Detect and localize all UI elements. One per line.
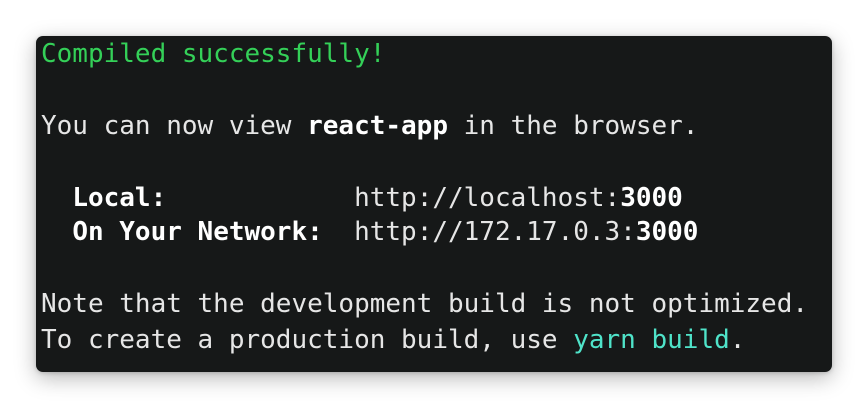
local-port: 3000 <box>620 183 683 213</box>
local-label: Local: <box>72 183 167 213</box>
network-url[interactable]: http://172.17.0.3:3000 <box>354 217 698 247</box>
view-app-line: You can now view react-app in the browse… <box>41 110 698 142</box>
build-suffix: . <box>729 325 746 355</box>
compiled-success-message: Compiled successfully! <box>41 39 386 69</box>
app-name: react-app <box>307 111 448 141</box>
terminal-window: Compiled successfully! You can now view … <box>36 36 832 372</box>
local-url-line: Local: http://localhost:3000 <box>41 182 683 214</box>
view-suffix: in the browser. <box>448 111 699 141</box>
build-hint-line: To create a production build, use yarn b… <box>41 324 745 356</box>
optimization-note: Note that the development build is not o… <box>41 289 809 319</box>
network-url-prefix: http://172.17.0.3: <box>354 217 636 247</box>
view-prefix: You can now view <box>41 111 308 141</box>
network-port: 3000 <box>635 217 699 247</box>
network-url-line: On Your Network: http://172.17.0.3:3000 <box>41 216 698 248</box>
build-prefix: To create a production build, use <box>41 325 574 355</box>
network-label: On Your Network: <box>72 217 323 247</box>
local-url-prefix: http://localhost: <box>354 183 621 213</box>
build-command: yarn build <box>573 325 730 355</box>
local-url[interactable]: http://localhost:3000 <box>354 183 683 213</box>
